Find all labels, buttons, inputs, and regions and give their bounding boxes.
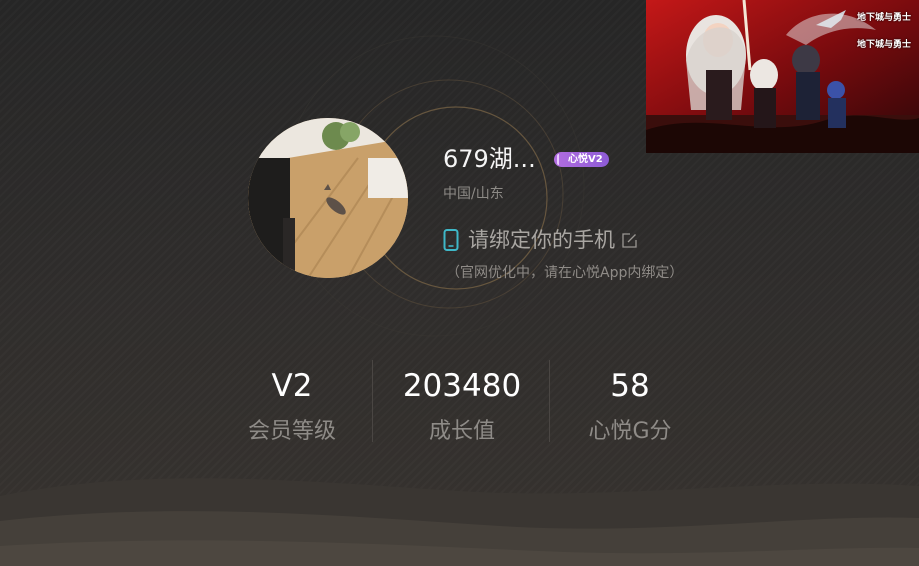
- vip-badge-label: 心悦V2: [568, 154, 603, 165]
- stat-value: 58: [610, 368, 650, 404]
- bind-phone-note: （官网优化中，请在心悦App内绑定）: [446, 265, 684, 281]
- stat-label: 成长值: [428, 419, 495, 444]
- bind-phone-label[interactable]: 请绑定你的手机: [468, 226, 615, 254]
- wing-icon: [557, 154, 567, 165]
- stat-member-level: V2 会员等级: [207, 366, 377, 447]
- stat-value: 203480: [402, 368, 522, 404]
- stat-g-points: 58 心悦G分: [545, 366, 715, 447]
- stat-growth-value: 203480 成长值: [377, 366, 547, 447]
- bind-phone-link[interactable]: 请绑定你的手机: [443, 226, 638, 254]
- bottom-waves: [0, 478, 919, 566]
- stat-divider: [372, 360, 373, 442]
- stat-value: V2: [271, 368, 313, 404]
- user-name: 679湖...: [443, 145, 536, 173]
- game-logo-top: 地下城与勇士: [856, 13, 911, 23]
- stat-label: 心悦G分: [588, 419, 672, 444]
- stats-panel: V2 会员等级 203480 成长值 58 心悦G分: [207, 360, 717, 456]
- game-logo-bottom: 地下城与勇士: [856, 40, 911, 50]
- game-video-thumbnail[interactable]: 地下城与勇士 地下城与勇士: [646, 0, 919, 153]
- mobile-phone-icon: [443, 229, 459, 251]
- stat-label: 会员等级: [247, 419, 336, 444]
- vip-level-badge: 心悦V2: [554, 152, 609, 167]
- user-location: 中国/山东: [443, 186, 504, 202]
- edit-icon[interactable]: [621, 232, 638, 249]
- user-avatar[interactable]: [248, 118, 408, 278]
